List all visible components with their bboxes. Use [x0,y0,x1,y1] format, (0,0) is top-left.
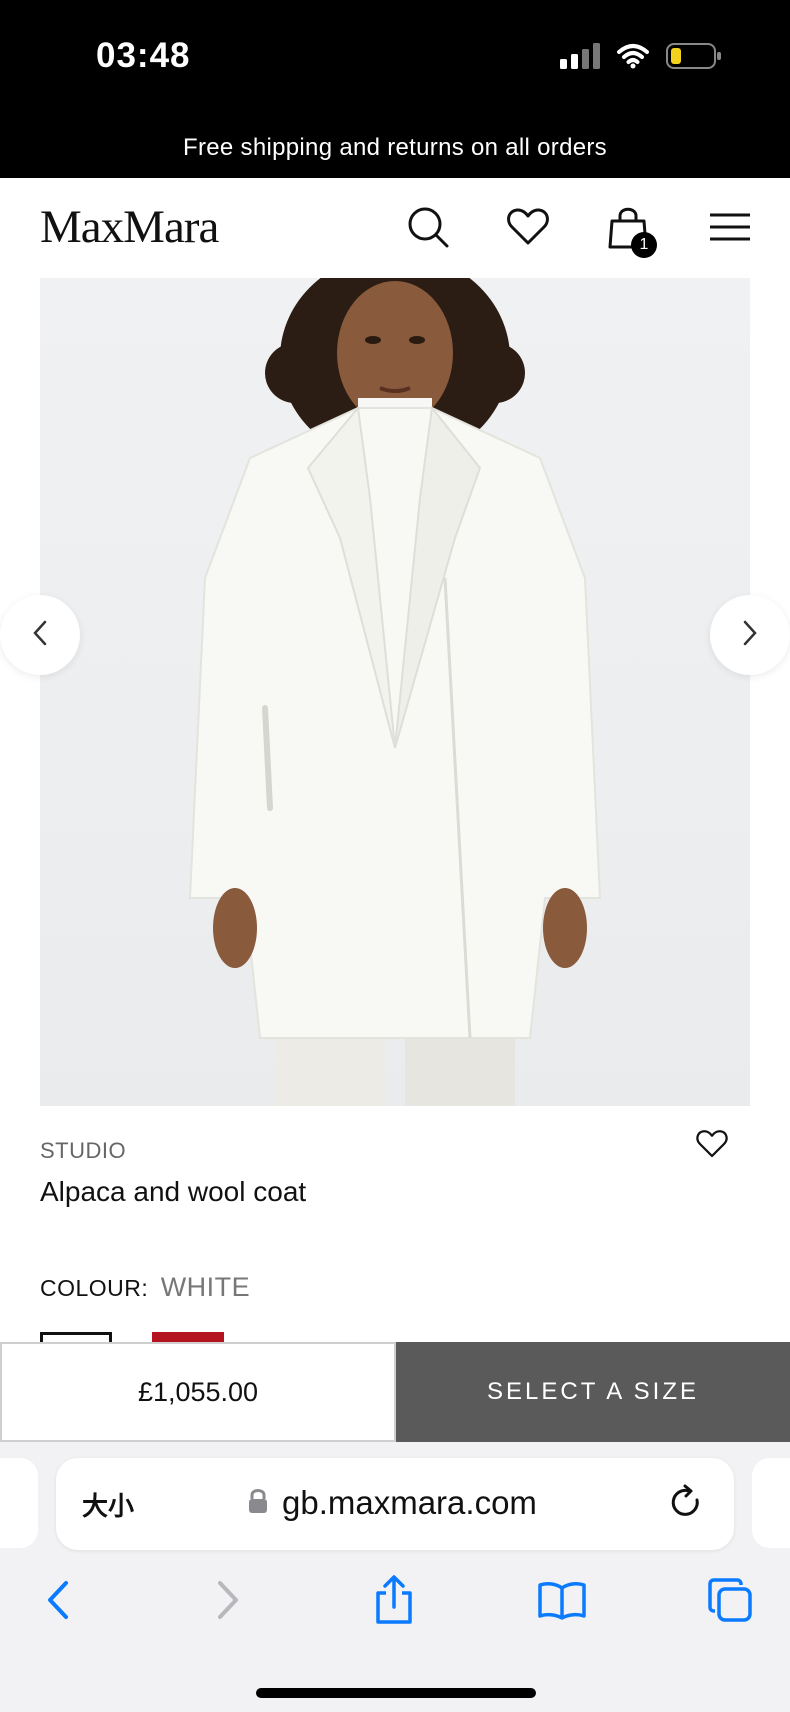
browser-toolbar [0,1570,790,1640]
cellular-signal-icon [560,43,600,74]
lock-icon [248,1488,268,1519]
product-price: £1,055.00 [0,1342,396,1442]
heart-icon[interactable] [503,202,553,252]
colour-value: WHITE [160,1272,251,1302]
reload-icon[interactable] [668,1484,704,1527]
swatch-white[interactable] [40,1332,112,1342]
text-size-button[interactable]: 大小 [82,1486,134,1523]
sticky-buy-bar: £1,055.00 SELECT A SIZE [0,1342,790,1442]
site-header: MaxMara 1 [0,178,790,278]
status-time: 03:48 [96,36,191,75]
carousel-prev-button[interactable] [0,595,80,675]
cart-count-badge: 1 [631,232,657,258]
chevron-right-icon [742,620,758,651]
hamburger-menu-icon[interactable] [705,202,755,252]
colour-row: COLOUR: WHITE [40,1272,250,1303]
shopping-bag-icon[interactable]: 1 [603,202,657,258]
add-to-wishlist-button[interactable] [690,1126,734,1166]
browser-chrome: 大小 gb.maxmara.com [0,1442,790,1712]
product-title: Alpaca and wool coat [40,1176,307,1207]
search-icon[interactable] [403,202,453,252]
product-image[interactable] [40,278,750,1106]
status-icons [560,42,722,75]
home-indicator [256,1688,536,1698]
promo-banner: Free shipping and returns on all orders [0,118,790,178]
status-bar: 03:48 [0,0,790,118]
product-brand: STUDIO [40,1138,127,1163]
colour-label: COLOUR: [40,1275,149,1301]
next-tab-peek[interactable] [752,1458,790,1548]
previous-tab-peek[interactable] [0,1458,38,1548]
forward-icon[interactable] [198,1570,258,1630]
address-bar[interactable]: 大小 gb.maxmara.com [56,1458,734,1550]
brand-logo[interactable]: MaxMara [40,200,219,254]
swatch-red[interactable] [152,1332,224,1342]
share-icon[interactable] [364,1570,424,1630]
heart-icon [695,1129,729,1164]
back-icon[interactable] [28,1570,88,1630]
battery-icon [666,42,722,75]
select-size-button[interactable]: SELECT A SIZE [396,1342,790,1442]
bookmarks-icon[interactable] [532,1570,592,1630]
wifi-icon [616,43,650,74]
carousel-next-button[interactable] [710,595,790,675]
chevron-left-icon [32,620,48,651]
tabs-icon[interactable] [700,1570,760,1630]
url-text: gb.maxmara.com [282,1484,537,1521]
